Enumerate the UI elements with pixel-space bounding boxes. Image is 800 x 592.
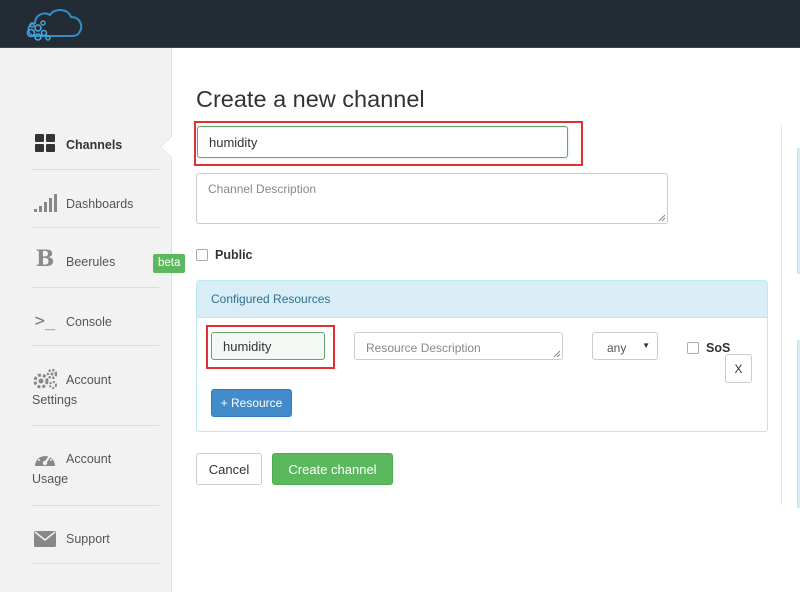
beta-badge: beta xyxy=(153,254,186,273)
sidebar-item-sublabel: Settings xyxy=(32,393,78,407)
channel-description-input[interactable] xyxy=(196,173,668,224)
terminal-icon: >_ xyxy=(34,311,56,331)
cloud-bubbles-logo-icon[interactable] xyxy=(22,6,88,44)
sidebar: Channels Dashboards B Beerules beta >_ C… xyxy=(0,48,186,592)
beerules-b-icon: B xyxy=(35,246,55,272)
sidebar-item-beerules[interactable]: B Beerules beta xyxy=(32,228,186,288)
gears-icon xyxy=(32,368,58,390)
gauge-icon xyxy=(32,448,58,470)
active-indicator xyxy=(161,137,172,157)
resource-type-value: any xyxy=(607,341,627,355)
sidebar-item-label: Console xyxy=(66,315,112,329)
sidebar-item-label: Channels xyxy=(66,138,123,152)
sidebar-item-label: Dashboards xyxy=(66,197,134,211)
resource-name-input[interactable] xyxy=(211,332,325,360)
sidebar-item-label: Account xyxy=(66,452,112,466)
page-title: Create a new channel xyxy=(196,86,425,112)
resources-panel-title: Configured Resources xyxy=(211,292,331,306)
sidebar-item-label: Support xyxy=(66,532,110,546)
caret-down-icon: ▼ xyxy=(642,341,650,350)
sidebar-item-dashboards[interactable]: Dashboards xyxy=(32,170,159,228)
sos-label: SoS xyxy=(706,341,731,355)
public-label: Public xyxy=(215,248,253,262)
top-navbar xyxy=(0,0,800,48)
sidebar-item-label: Account xyxy=(66,373,112,387)
envelope-icon xyxy=(32,528,58,550)
sidebar-item-sublabel: Usage xyxy=(32,472,69,486)
resource-description-input[interactable] xyxy=(354,332,563,360)
sidebar-item-channels[interactable]: Channels xyxy=(32,132,159,170)
right-column-divider xyxy=(781,125,782,505)
remove-resource-button[interactable]: X xyxy=(725,354,752,383)
cancel-button[interactable]: Cancel xyxy=(196,453,262,485)
sidebar-item-account-settings[interactable]: Account Settings xyxy=(32,346,159,426)
channel-name-input[interactable] xyxy=(197,126,568,158)
sidebar-item-support[interactable]: Support xyxy=(32,506,159,564)
sos-checkbox[interactable] xyxy=(687,342,699,354)
sidebar-item-console[interactable]: >_ Console xyxy=(32,288,159,346)
resource-type-select[interactable]: any ▼ xyxy=(592,332,658,360)
create-channel-button[interactable]: Create channel xyxy=(272,453,393,485)
public-checkbox[interactable] xyxy=(196,249,208,261)
grid-icon xyxy=(32,132,58,154)
sidebar-item-account-usage[interactable]: Account Usage xyxy=(32,426,159,506)
bar-signal-icon xyxy=(32,192,58,214)
sidebar-item-label: Beerules beta xyxy=(66,254,186,273)
resources-panel-header: Configured Resources xyxy=(197,281,767,318)
add-resource-button[interactable]: + Resource xyxy=(211,389,292,417)
